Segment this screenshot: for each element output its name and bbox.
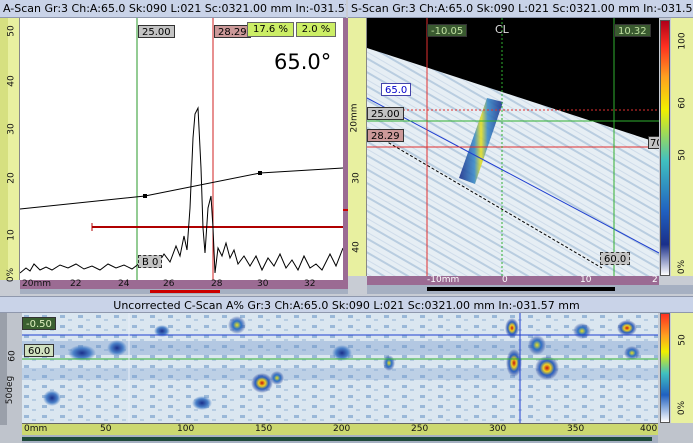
ascan-tick-40: 40 [6,75,17,87]
cscan-side-60: 60 [7,350,18,362]
cscan-scan-200: 200 [333,424,351,434]
sscan-top-right-cursor[interactable]: 10.32 [614,24,651,37]
ascan-depth-ruler: 20mm 22 24 26 28 30 32 [20,279,348,289]
ascan-scrollbar[interactable] [20,289,348,294]
sscan-index-ruler: -10mm 0 10 2 [367,275,659,285]
ascan-plot[interactable]: 25.00 28.29 17.6 % 2.0 % 65.0° B 0 [20,18,343,280]
ascan-title: A-Scan Gr:3 Ch:A:65.0 Sk:090 L:021 Sc:03… [0,0,346,18]
cscan-scan-350: 350 [567,424,585,434]
sscan-image [367,18,659,276]
ascan-tick-50: 50 [6,25,17,37]
sscan-scrollbar[interactable] [367,285,693,294]
cscan-scan-100: 100 [177,424,195,434]
cscan-side-50deg: 50deg [5,375,16,405]
cscan-top-cursor-label[interactable]: -0.50 [22,317,56,330]
cscan-scan-400: 400 [640,424,658,434]
cscan-green-cursor-label[interactable]: 60.0 [24,344,55,357]
cscan-image [22,313,658,423]
sscan-plot[interactable]: -10.05 CL 10.32 65.0 25.00 28.29 70 60.0 [367,18,659,276]
sscan-tick-40: 40 [351,241,362,253]
cscan-scrollbar[interactable] [22,435,658,443]
gate-b-amplitude: 2.0 % [296,22,336,37]
ascan-tick-20: 20 [6,172,17,184]
sscan-cb-0: 0% [677,259,688,275]
sscan-colorbar-ruler: 100 60 50 0% [671,18,693,276]
ascan-depth-30: 30 [257,279,269,289]
sscan-tick-30: 30 [351,172,362,184]
ascan-depth-22: 22 [70,279,82,289]
sscan-cb-60: 60 [677,97,688,109]
cscan-scan-50: 50 [100,424,112,434]
ascan-angle-readout: 65.0° [274,50,332,74]
ascan-green-cursor-label[interactable]: 25.00 [138,25,175,38]
sscan-depth-ruler: 20mm 30 40 [348,18,367,276]
cscan-side-ruler: 60 50deg [0,313,23,425]
ascan-depth-28: 28 [211,279,223,289]
ascan-amplitude-ruler: 50 40 30 20 10 0% [0,18,20,283]
ascan-tick-30: 30 [6,123,17,135]
sscan-idx-minus10: -10mm [427,275,460,285]
sscan-centerline-label: CL [495,23,509,36]
cscan-colorbar-ruler: 50 0% [671,313,693,423]
cscan-scan-150: 150 [255,424,273,434]
sscan-idx-0: 0 [502,275,508,285]
sscan-title: S-Scan Gr:3 Ch:A:65.0 Sk:090 L:021 Sc:03… [348,0,693,18]
sscan-colorbar [660,20,670,276]
sscan-tick-20mm: 20mm [349,103,360,133]
sscan-angle-label[interactable]: 65.0 [381,83,412,96]
gate-b-label: B 0 [138,255,163,268]
cscan-right-corner [658,423,693,443]
cscan-cb-50: 50 [677,334,688,346]
cscan-corner [0,425,22,443]
sscan-top-left-cursor[interactable]: -10.05 [427,24,468,37]
cscan-title: Uncorrected C-Scan A% Gr:3 Ch:A:65.0 Sk:… [0,296,693,313]
sscan-red-depth-label[interactable]: 28.29 [367,129,404,142]
cscan-scan-300: 300 [489,424,507,434]
cscan-colorbar [660,313,670,423]
ascan-depth-32: 32 [304,279,316,289]
ascan-depth-20: 20mm [22,279,51,289]
ascan-depth-26: 26 [163,279,175,289]
sscan-cb-50: 50 [677,149,688,161]
sscan-green-depth-label[interactable]: 25.00 [367,107,404,120]
ascan-depth-24: 24 [118,279,130,289]
sscan-idx-2: 2 [652,275,658,285]
sscan-cb-100: 100 [677,32,688,50]
cscan-cb-0: 0% [677,400,688,416]
gate-a-amplitude: 17.6 % [247,22,294,37]
cscan-scan-0mm: 0mm [24,424,48,434]
sscan-idx-10: 10 [580,275,592,285]
ascan-red-cursor-label[interactable]: 28.29 [214,25,251,38]
sscan-right-edge-label: 70 [648,136,659,149]
sscan-bottom-angle-label[interactable]: 60.0 [600,252,631,265]
cscan-scan-250: 250 [411,424,429,434]
cscan-plot[interactable]: -0.50 60.0 [22,313,658,423]
ascan-tick-0: 0% [6,267,17,283]
ascan-tick-10: 10 [6,229,17,241]
